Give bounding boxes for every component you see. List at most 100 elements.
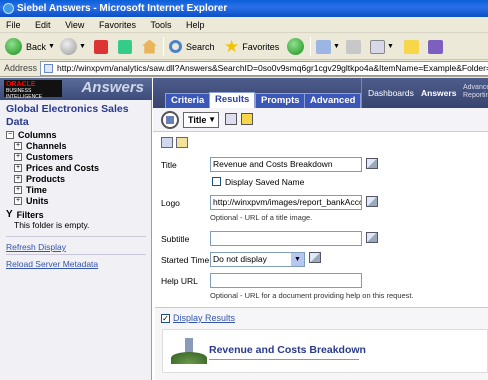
- page-content: ORACLE BUSINESS INTELLIGENCE Answers Glo…: [0, 78, 488, 380]
- selection-pane: ORACLE BUSINESS INTELLIGENCE Answers Glo…: [0, 78, 152, 380]
- menu-file[interactable]: File: [0, 17, 27, 33]
- report-title-underline: [209, 359, 359, 360]
- folder-label: Customers: [26, 152, 74, 162]
- format-subtitle-icon[interactable]: [366, 232, 378, 243]
- address-label: Address: [4, 63, 38, 73]
- advanced-reporting-link[interactable]: Advanced Reporting: [463, 84, 488, 100]
- star-icon: ★: [224, 37, 240, 56]
- folder-label: Channels: [26, 141, 67, 151]
- menu-view[interactable]: View: [59, 17, 90, 33]
- edit-format-icon[interactable]: [176, 137, 188, 148]
- folder-time[interactable]: + Time: [14, 185, 47, 195]
- browser-toolbar: Back ▼ ▼ Search ★ Favorites ▼ ▼: [0, 33, 488, 60]
- mail-button[interactable]: ▼: [316, 37, 340, 56]
- home-button[interactable]: [142, 37, 157, 56]
- printer-icon: [346, 39, 361, 54]
- started-time-select[interactable]: Do not display ▼: [210, 252, 305, 267]
- expand-icon[interactable]: +: [14, 142, 22, 150]
- report-logo-image: [171, 336, 207, 364]
- address-url: http://winxpvm/analytics/saw.dll?Answers…: [57, 63, 488, 73]
- title-input[interactable]: Revenue and Costs Breakdown: [210, 157, 362, 172]
- reload-server-metadata-link[interactable]: Reload Server Metadata: [6, 259, 98, 269]
- expand-icon[interactable]: +: [14, 164, 22, 172]
- favorites-button[interactable]: ★ Favorites: [224, 37, 279, 56]
- compound-layout-icon[interactable]: [161, 111, 179, 129]
- refresh-button[interactable]: [118, 37, 132, 56]
- menu-help[interactable]: Help: [180, 17, 211, 33]
- menu-favorites[interactable]: Favorites: [93, 17, 142, 33]
- help-icon[interactable]: [241, 113, 253, 125]
- folder-products[interactable]: + Products: [14, 174, 65, 184]
- format-title-icon[interactable]: [366, 158, 378, 169]
- address-bar: Address http://winxpvm/analytics/saw.dll…: [0, 60, 488, 77]
- subtitle-input[interactable]: [210, 231, 362, 246]
- expand-icon[interactable]: +: [14, 197, 22, 205]
- folder-units[interactable]: + Units: [14, 196, 49, 206]
- tab-prompts[interactable]: Prompts: [255, 93, 306, 108]
- tab-results[interactable]: Results: [209, 92, 256, 108]
- report-title-preview: Revenue and Costs Breakdown: [162, 329, 488, 373]
- folder-prices-and-costs[interactable]: + Prices and Costs: [14, 163, 99, 173]
- history-icon: [287, 38, 304, 55]
- view-type-select[interactable]: Title ▼: [183, 112, 219, 128]
- refresh-icon: [118, 39, 132, 54]
- help-url-hint: Optional - URL for a document providing …: [210, 291, 414, 300]
- window-titlebar: Siebel Answers - Microsoft Internet Expl…: [0, 0, 488, 17]
- expand-icon[interactable]: +: [14, 175, 22, 183]
- forward-button[interactable]: ▼: [60, 37, 86, 56]
- format-logo-icon[interactable]: [366, 196, 378, 207]
- expand-icon[interactable]: +: [14, 186, 22, 194]
- menu-edit[interactable]: Edit: [29, 17, 57, 33]
- tab-divider: [361, 78, 362, 108]
- menu-tools[interactable]: Tools: [144, 17, 177, 33]
- expand-icon[interactable]: +: [14, 153, 22, 161]
- filters-label: Filters: [16, 209, 44, 220]
- answers-link[interactable]: Answers: [421, 88, 456, 98]
- chevron-down-icon: ▼: [208, 115, 216, 124]
- stop-button[interactable]: [94, 37, 108, 56]
- view-toolbar: Title ▼: [153, 108, 488, 132]
- display-results-checkbox[interactable]: ✓: [161, 313, 170, 323]
- display-results-link[interactable]: Display Results: [173, 313, 235, 323]
- search-button[interactable]: Search: [169, 37, 215, 56]
- oracle-logo-text: ORACLE: [6, 81, 36, 88]
- subject-area-title: Global Electronics Sales Data: [6, 103, 129, 128]
- tab-advanced[interactable]: Advanced: [304, 93, 362, 108]
- logo-input[interactable]: http://winxpvm/images/report_bankAccou: [210, 195, 362, 210]
- view-properties-icon[interactable]: [225, 113, 237, 125]
- left-divider: [6, 254, 146, 255]
- filters-folder[interactable]: Y Filters: [6, 209, 44, 220]
- display-saved-name-checkbox[interactable]: [212, 177, 221, 186]
- tab-criteria[interactable]: Criteria: [165, 93, 211, 108]
- format-started-time-icon[interactable]: [309, 252, 321, 263]
- folder-label: Prices and Costs: [26, 163, 100, 173]
- messenger-button[interactable]: [428, 37, 443, 56]
- tab-strip: Criteria Results Prompts Advanced Dashbo…: [153, 78, 488, 108]
- chevron-down-icon: ▼: [291, 253, 304, 266]
- discuss-button[interactable]: [404, 37, 419, 56]
- help-url-input[interactable]: [210, 273, 362, 288]
- columns-folder[interactable]: − Columns: [6, 130, 57, 140]
- history-button[interactable]: [287, 37, 304, 56]
- internet-explorer-icon: [3, 3, 14, 14]
- stop-icon: [94, 39, 108, 54]
- mail-icon: [316, 39, 331, 54]
- left-divider: [6, 236, 146, 237]
- back-button[interactable]: Back ▼: [5, 37, 55, 56]
- folder-customers[interactable]: + Customers: [14, 152, 73, 162]
- edit-button[interactable]: ▼: [370, 37, 394, 56]
- favorites-label: Favorites: [242, 41, 280, 52]
- results-preview: ✓ Display Results Revenue and Costs Brea…: [155, 307, 488, 380]
- filter-icon: Y: [6, 209, 13, 220]
- collapse-icon[interactable]: −: [6, 131, 14, 139]
- view-type-value: Title: [188, 115, 207, 125]
- display-saved-name-label: Display Saved Name: [225, 177, 305, 187]
- edit-page-icon: [370, 39, 385, 54]
- folder-label: Time: [26, 185, 47, 195]
- format-view-icon[interactable]: [161, 137, 173, 148]
- address-input[interactable]: http://winxpvm/analytics/saw.dll?Answers…: [40, 61, 488, 76]
- dashboards-link[interactable]: Dashboards: [368, 88, 414, 98]
- refresh-display-link[interactable]: Refresh Display: [6, 242, 66, 252]
- folder-channels[interactable]: + Channels: [14, 141, 67, 151]
- print-button[interactable]: [346, 37, 361, 56]
